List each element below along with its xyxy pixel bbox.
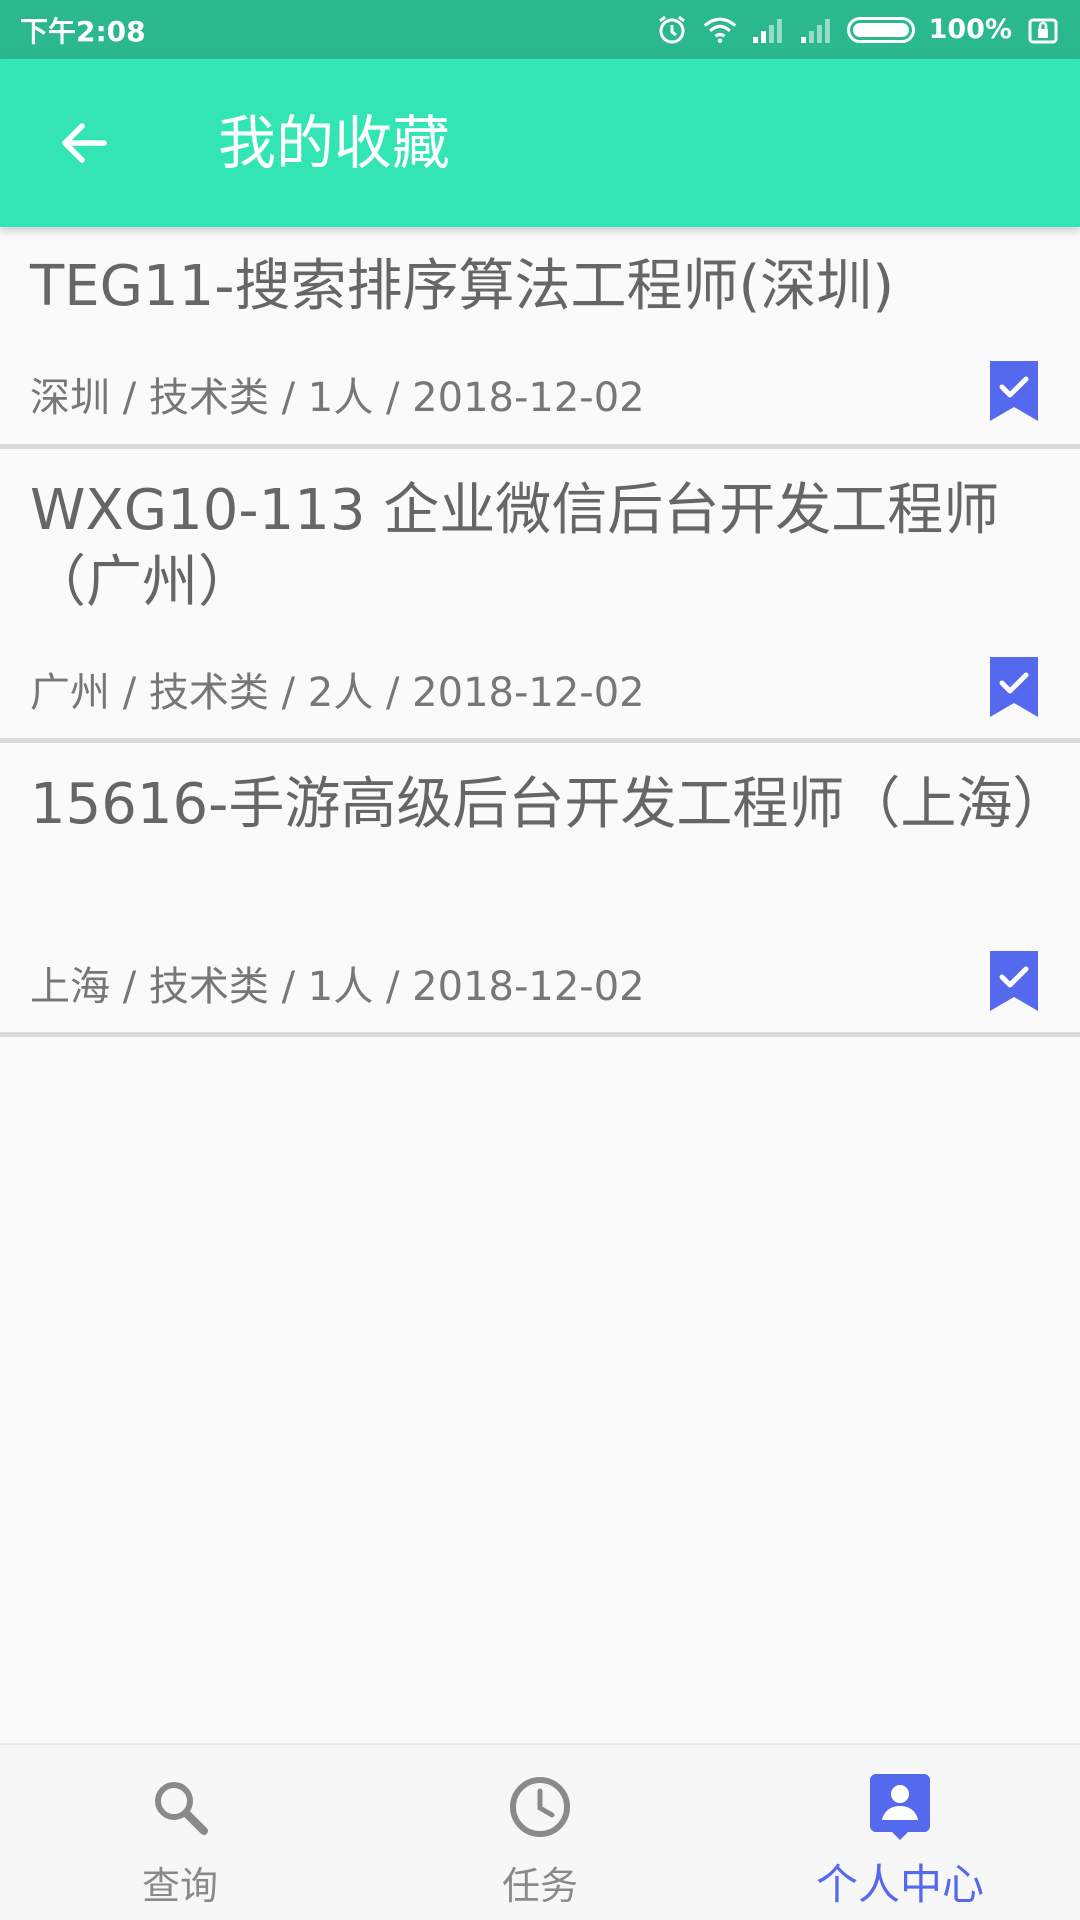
- battery-icon: [846, 16, 915, 43]
- job-meta: 深圳 / 技术类 / 1人 / 2018-12-02: [30, 375, 645, 421]
- bookmark-check-button[interactable]: [990, 951, 1038, 1011]
- page-title: 我的收藏: [218, 109, 451, 177]
- bookmark-check-button[interactable]: [990, 657, 1038, 717]
- screen: 下午2:08 100% 我的收藏 TEG11-搜索排序算法工程师(深圳) 深圳 …: [0, 0, 1080, 1920]
- clock-icon: [508, 1775, 572, 1839]
- bookmark-check-icon: [990, 657, 1038, 717]
- alarm-icon: [655, 13, 689, 47]
- nav-tab-profile[interactable]: 个人中心: [720, 1745, 1080, 1920]
- list-item[interactable]: 15616-手游高级后台开发工程师（上海） 上海 / 技术类 / 1人 / 20…: [0, 743, 1080, 1037]
- arrow-left-icon: [62, 123, 107, 163]
- job-meta: 广州 / 技术类 / 2人 / 2018-12-02: [30, 670, 645, 716]
- list-item[interactable]: WXG10-113 企业微信后台开发工程师（广州） 广州 / 技术类 / 2人 …: [0, 449, 1080, 743]
- job-title: TEG11-搜索排序算法工程师(深圳): [30, 254, 895, 319]
- bottom-navigation: 查询 任务 个人中心: [0, 1743, 1080, 1920]
- wifi-icon: [703, 13, 737, 47]
- status-bar: 下午2:08 100%: [0, 0, 1080, 59]
- lock-icon: [1026, 13, 1060, 47]
- nav-tab-tasks[interactable]: 任务: [360, 1745, 720, 1920]
- bookmark-check-icon: [990, 951, 1038, 1011]
- bookmark-check-button[interactable]: [990, 361, 1038, 421]
- job-meta: 上海 / 技术类 / 1人 / 2018-12-02: [30, 964, 645, 1010]
- back-button[interactable]: [50, 109, 118, 177]
- nav-label: 个人中心: [815, 1860, 984, 1909]
- signal-icon: [751, 13, 785, 47]
- account-box-icon: [868, 1774, 932, 1840]
- job-title: 15616-手游高级后台开发工程师（上海）: [30, 772, 1069, 837]
- nav-label: 任务: [501, 1864, 578, 1908]
- favorites-list: TEG11-搜索排序算法工程师(深圳) 深圳 / 技术类 / 1人 / 2018…: [0, 227, 1080, 1037]
- status-time: 下午2:08: [20, 14, 146, 48]
- app-bar: 我的收藏: [0, 59, 1080, 227]
- battery-percent: 100%: [928, 14, 1012, 45]
- signal-icon: [799, 13, 833, 47]
- list-item[interactable]: TEG11-搜索排序算法工程师(深圳) 深圳 / 技术类 / 1人 / 2018…: [0, 227, 1080, 449]
- job-title: WXG10-113 企业微信后台开发工程师（广州）: [30, 478, 1000, 615]
- search-icon: [148, 1775, 212, 1839]
- bookmark-check-icon: [990, 361, 1038, 421]
- nav-label: 查询: [141, 1864, 218, 1908]
- nav-tab-query[interactable]: 查询: [0, 1745, 360, 1920]
- status-icons: 100%: [655, 13, 1060, 47]
